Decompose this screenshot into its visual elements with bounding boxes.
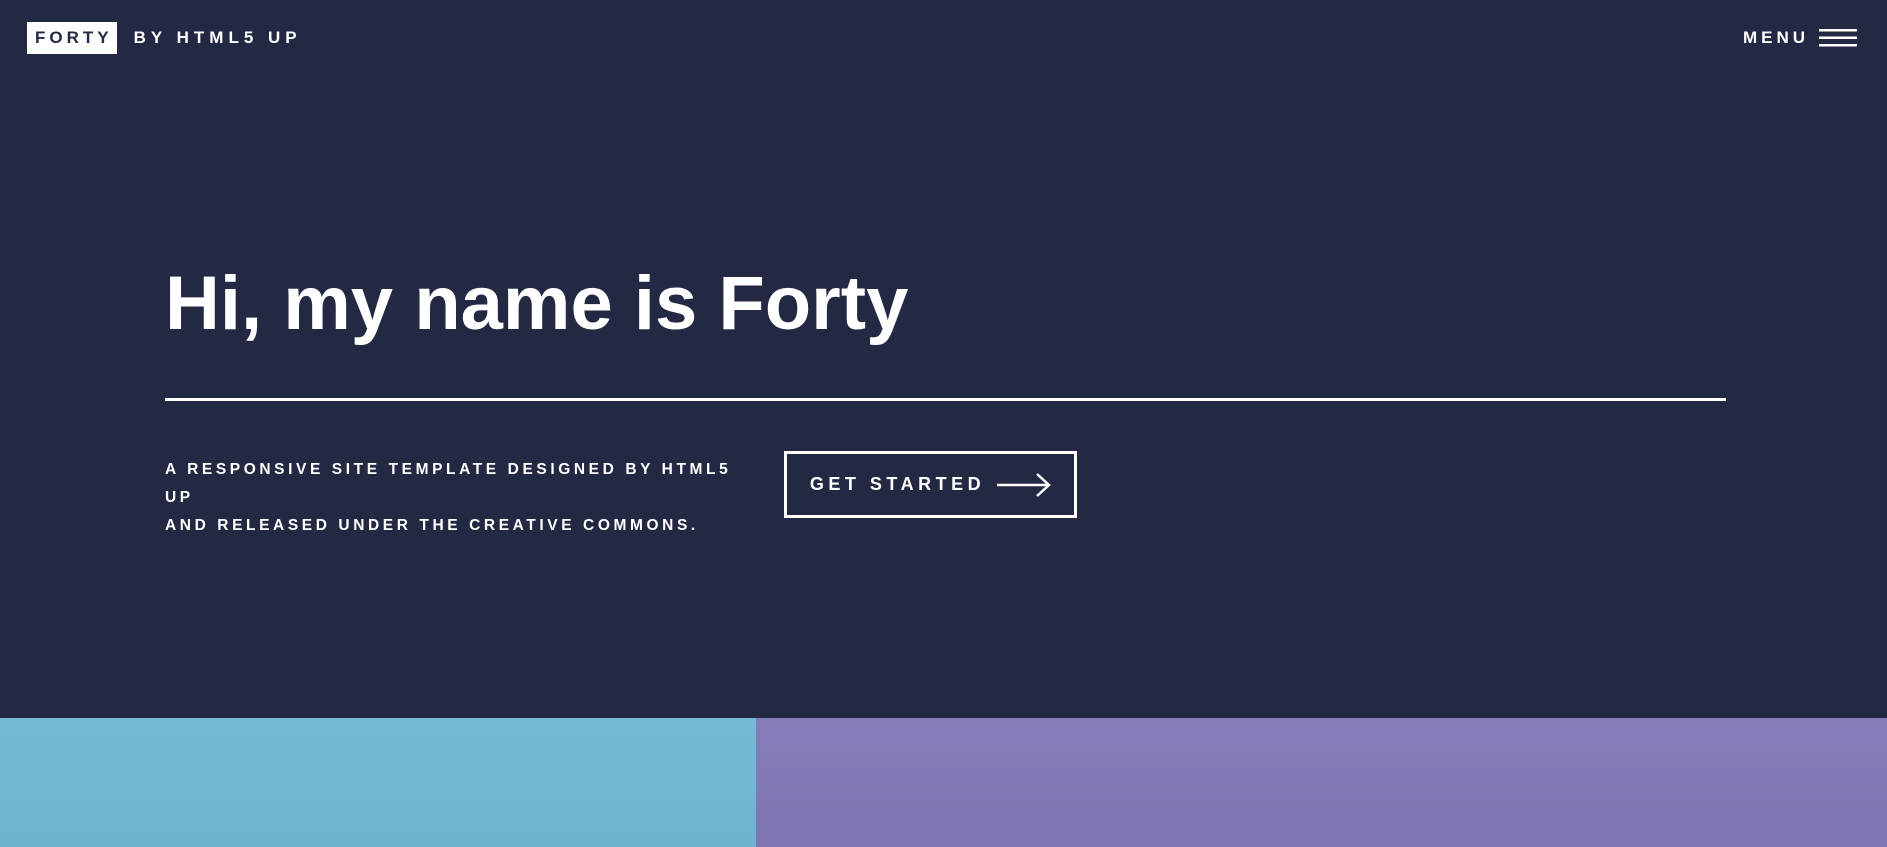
banner-description-line-2: and released under the Creative Commons. xyxy=(165,517,699,534)
site-logo[interactable]: FORTY BY HTML5 UP xyxy=(27,22,302,54)
title-divider xyxy=(165,398,1726,401)
banner-description-line-1: A responsive site template designed by H… xyxy=(165,461,732,506)
menu-button[interactable]: MENU xyxy=(1743,22,1857,54)
hero-banner: Hi, my name is Forty A responsive site t… xyxy=(0,76,1887,718)
site-header: FORTY BY HTML5 UP MENU xyxy=(0,0,1887,76)
get-started-button[interactable]: GET STARTED xyxy=(784,451,1077,518)
tile-2[interactable] xyxy=(756,718,1887,847)
banner-description: A responsive site template designed by H… xyxy=(165,456,765,540)
page-title: Hi, my name is Forty xyxy=(165,261,909,346)
right-arrow-icon xyxy=(997,472,1051,497)
logo-box: FORTY xyxy=(27,22,117,54)
menu-label: MENU xyxy=(1742,28,1809,47)
hamburger-icon xyxy=(1819,29,1857,47)
get-started-label: GET STARTED xyxy=(809,474,986,494)
logo-tagline: BY HTML5 UP xyxy=(133,28,302,47)
tile-1[interactable] xyxy=(0,718,756,847)
